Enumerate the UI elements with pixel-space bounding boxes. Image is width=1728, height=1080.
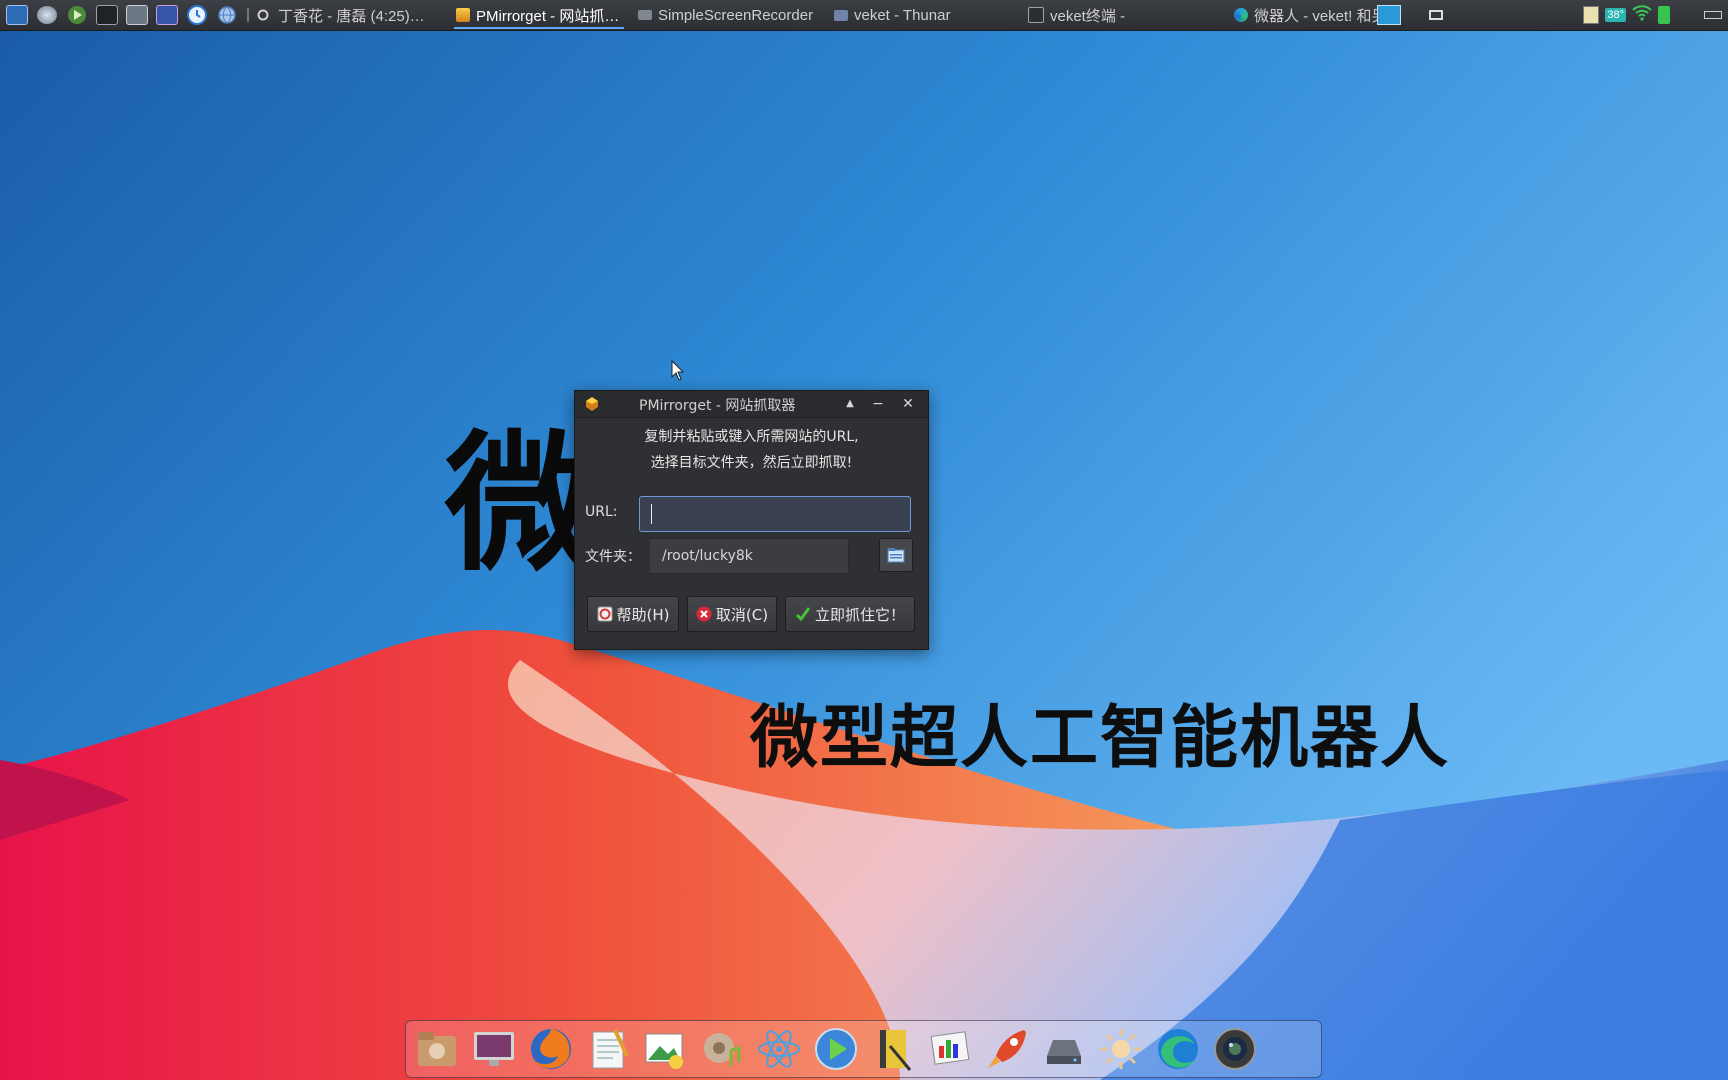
- pmirrorget-dialog: PMirrorget - 网站抓取器 ▲ − ✕ 复制并粘贴或键入所需网站的UR…: [574, 390, 929, 650]
- home-folder-icon[interactable]: [412, 1024, 462, 1074]
- help-button[interactable]: 帮助(H): [587, 596, 679, 632]
- url-label: URL:: [585, 504, 618, 520]
- url-row: URL:: [585, 504, 618, 520]
- dialog-instructions: 复制并粘贴或键入所需网站的URL, 选择目标文件夹，然后立即抓取!: [575, 424, 928, 476]
- taskbar-task-terminal[interactable]: veket终端 -: [1020, 0, 1226, 30]
- checkmark-icon: [795, 607, 811, 622]
- terminal-icon: [1028, 7, 1044, 23]
- wallpaper-big-char: 微: [445, 418, 596, 592]
- edge-icon[interactable]: [1153, 1024, 1203, 1074]
- folder-input[interactable]: [649, 538, 849, 574]
- cancel-button-label: 取消(C): [715, 605, 769, 624]
- edge-icon: [1234, 8, 1248, 22]
- text-editor-icon[interactable]: [583, 1024, 633, 1074]
- taskbar-task-label: veket - Thunar: [854, 6, 951, 24]
- system-tray: 38°: [1377, 0, 1722, 30]
- application-dock: [405, 1020, 1322, 1078]
- taskbar-task-music[interactable]: 丁香花 - 唐磊 (4:25)…: [270, 0, 448, 30]
- taskbar-task-thunar[interactable]: veket - Thunar: [826, 0, 1020, 30]
- display-settings-icon[interactable]: [469, 1024, 519, 1074]
- media-player-icon[interactable]: [64, 4, 90, 26]
- clock-icon[interactable]: [184, 4, 210, 26]
- text-caret: [651, 504, 652, 524]
- browse-folder-button[interactable]: [879, 538, 913, 572]
- rocket-icon[interactable]: [982, 1024, 1032, 1074]
- keyboard-icon[interactable]: [1704, 11, 1722, 19]
- screenshot-icon[interactable]: [124, 4, 150, 26]
- image-viewer-icon[interactable]: [640, 1024, 690, 1074]
- close-window-button[interactable]: ✕: [898, 394, 918, 414]
- help-icon: [597, 606, 612, 622]
- taskbar-task-recorder[interactable]: SimpleScreenRecorder: [630, 0, 826, 30]
- folder-row: 文件夹：: [585, 546, 641, 566]
- minimize-window-button[interactable]: −: [868, 394, 888, 414]
- taskbar-task-label: PMirrorget - 网站抓…: [476, 7, 620, 25]
- taskbar-task-label: veket终端 -: [1050, 7, 1126, 25]
- notebook-icon[interactable]: [868, 1024, 918, 1074]
- audio-player-icon[interactable]: [697, 1024, 747, 1074]
- firefox-icon[interactable]: [526, 1024, 576, 1074]
- drive-icon[interactable]: [1039, 1024, 1089, 1074]
- taskbar-task-label: SimpleScreenRecorder: [658, 6, 814, 24]
- separator-icon: [244, 4, 252, 26]
- recorder-icon: [638, 10, 652, 20]
- video-player-icon[interactable]: [811, 1024, 861, 1074]
- cancel-button[interactable]: 取消(C): [687, 596, 777, 632]
- cancel-icon: [696, 606, 712, 622]
- folder-icon: [834, 9, 848, 21]
- folder-label: 文件夹：: [585, 549, 641, 565]
- instruction-line-2: 选择目标文件夹，然后立即抓取!: [650, 455, 853, 471]
- battery-icon[interactable]: [1658, 6, 1670, 24]
- folder-icon: [887, 548, 905, 563]
- taskbar-task-pmirrorget[interactable]: PMirrorget - 网站抓…: [448, 0, 630, 30]
- window-list-icon[interactable]: [1429, 10, 1444, 20]
- temperature-indicator: 38°: [1605, 8, 1626, 22]
- settings-icon[interactable]: [34, 4, 60, 26]
- pmirrorget-icon: [456, 8, 470, 22]
- dialog-title: PMirrorget - 网站抓取器: [639, 398, 796, 414]
- network-icon[interactable]: [214, 4, 240, 26]
- grab-now-button-label: 立即抓住它！: [814, 605, 905, 624]
- office-icon[interactable]: [925, 1024, 975, 1074]
- system-monitor-icon[interactable]: [4, 4, 30, 26]
- grab-now-button[interactable]: 立即抓住它！: [785, 596, 915, 632]
- package-icon[interactable]: [1583, 6, 1600, 24]
- wifi-icon[interactable]: [1632, 4, 1652, 26]
- wallpaper-slogan: 微型超人工智能机器人: [750, 699, 1451, 778]
- dialog-titlebar[interactable]: PMirrorget - 网站抓取器 ▲ − ✕: [575, 391, 928, 418]
- camera-lens-icon[interactable]: [1210, 1024, 1260, 1074]
- url-input[interactable]: [639, 496, 911, 532]
- show-desktop-icon[interactable]: [1377, 5, 1402, 25]
- atom-icon[interactable]: [754, 1024, 804, 1074]
- taskbar: 丁香花 - 唐磊 (4:25)… PMirrorget - 网站抓… Simpl…: [0, 0, 1728, 31]
- shade-window-button[interactable]: ▲: [840, 394, 860, 414]
- help-button-label: 帮助(H): [616, 605, 670, 624]
- brightness-icon[interactable]: [1096, 1024, 1146, 1074]
- pmirrorget-icon: [586, 397, 598, 411]
- terminal-icon[interactable]: [94, 4, 120, 26]
- taskbar-task-label: 丁香花 - 唐磊 (4:25)…: [278, 7, 425, 25]
- mouse-cursor-icon: [671, 360, 685, 381]
- record-indicator-icon: [256, 4, 270, 26]
- camera-icon[interactable]: [154, 4, 180, 26]
- instruction-line-1: 复制并粘贴或键入所需网站的URL,: [644, 429, 859, 445]
